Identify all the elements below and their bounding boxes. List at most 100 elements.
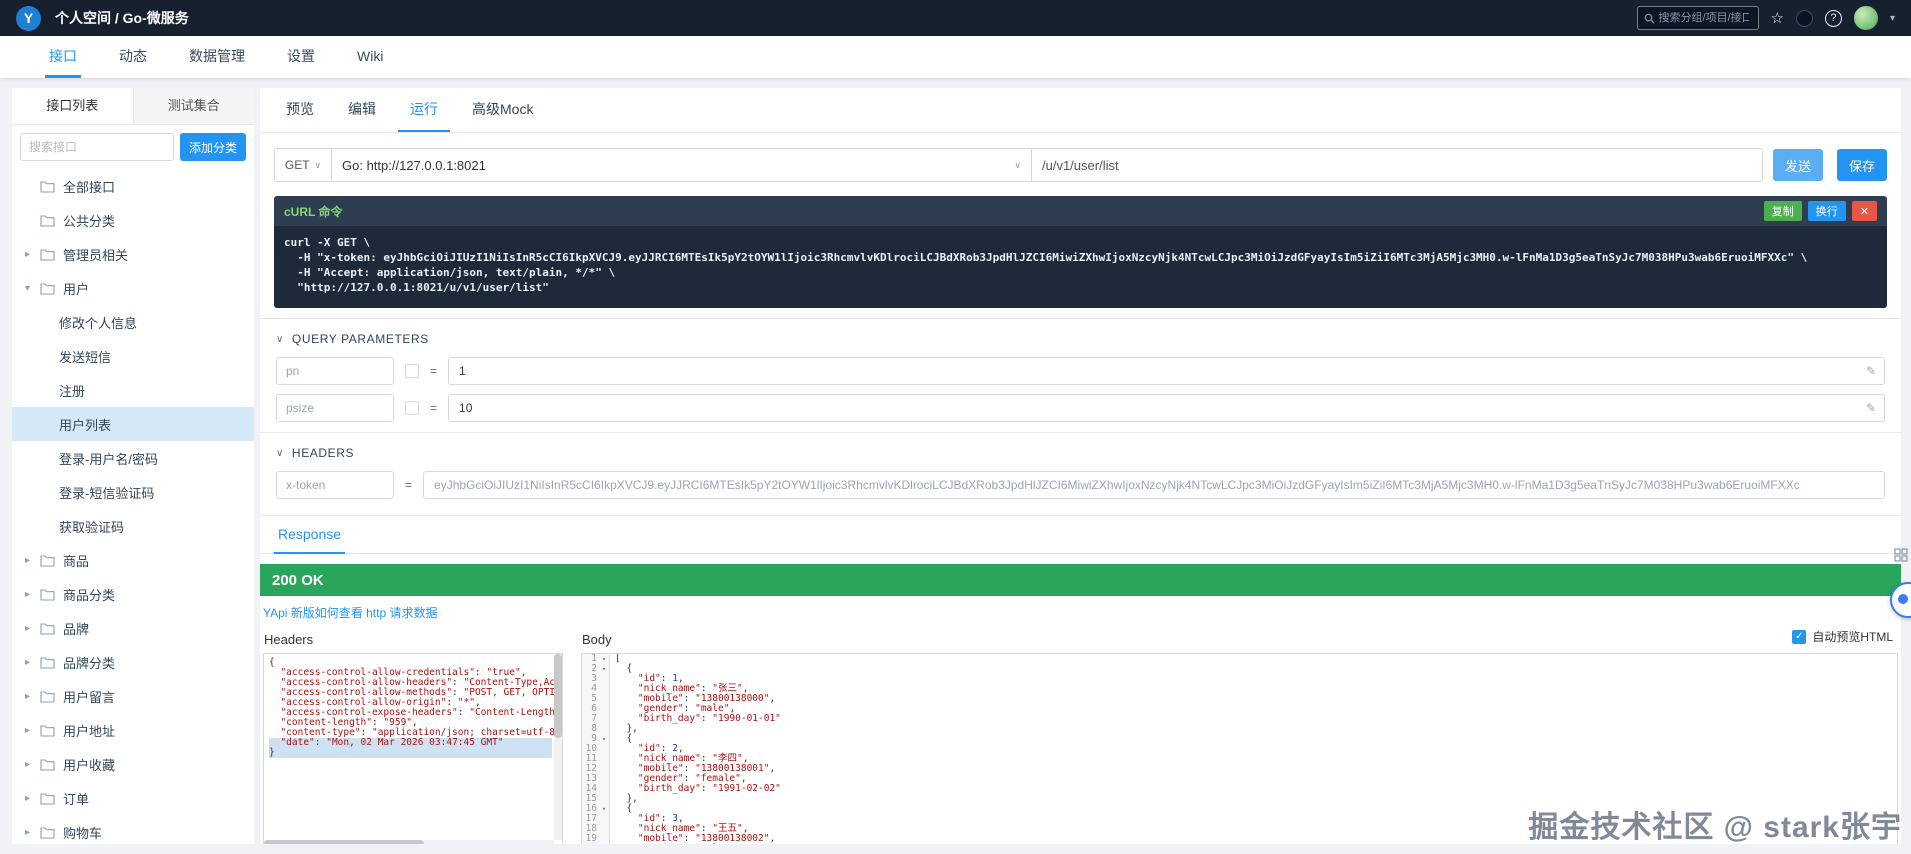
tree-item-label: 购物车: [63, 825, 103, 841]
tree-item[interactable]: 登录-用户名/密码: [12, 441, 254, 475]
horizontal-scrollbar[interactable]: [264, 840, 554, 844]
checkbox-checked-icon[interactable]: ✓: [1792, 629, 1807, 644]
curl-close-button[interactable]: ✕: [1851, 201, 1877, 221]
star-icon[interactable]: ☆: [1771, 11, 1784, 26]
user-avatar[interactable]: [1853, 6, 1878, 30]
help-link[interactable]: YApi 新版如何查看 http 请求数据: [263, 604, 437, 621]
tree-item[interactable]: 注册: [12, 373, 254, 407]
caret-right-icon[interactable]: ▸: [25, 249, 40, 260]
tree-item[interactable]: ▾ 用户: [12, 271, 254, 305]
tree-item-label: 获取验证码: [59, 519, 125, 535]
fold-caret-icon[interactable]: ▾: [599, 804, 610, 814]
save-button[interactable]: 保存: [1836, 149, 1887, 181]
caret-right-icon[interactable]: ▸: [25, 793, 40, 804]
fold-caret-icon[interactable]: ▾: [599, 654, 610, 664]
tree-item[interactable]: ▸ 品牌: [12, 611, 254, 645]
path-input[interactable]: [1032, 148, 1763, 182]
tree-item-label: 用户列表: [59, 417, 112, 433]
tree-item[interactable]: 获取验证码: [12, 509, 254, 543]
send-button[interactable]: 发送: [1772, 149, 1823, 181]
param-key-input[interactable]: pn: [276, 357, 394, 385]
fold-gutter: [599, 704, 610, 714]
breadcrumb[interactable]: 个人空间 / Go-微服务: [55, 8, 189, 28]
tree-item-label: 全部接口: [63, 179, 116, 195]
global-search-input[interactable]: [1658, 12, 1749, 24]
tree-item-label: 注册: [59, 383, 86, 399]
response-headers-label: Headers: [264, 632, 314, 647]
caret-down-icon[interactable]: ▾: [25, 283, 40, 294]
curl-header: cURL 命令 复制 换行 ✕: [274, 196, 1887, 226]
caret-right-icon[interactable]: ▸: [25, 589, 40, 600]
query-params-rows: pn = 1 ✎ psize = 10 ✎: [260, 357, 1901, 422]
code-line: 12 "mobile": "13800138001",: [582, 764, 1897, 774]
api-search-input[interactable]: [20, 133, 174, 161]
caret-right-icon[interactable]: ▸: [25, 623, 40, 634]
tree-item[interactable]: 全部接口: [12, 169, 254, 203]
nav-tab-activity[interactable]: 动态: [115, 36, 151, 78]
edit-pencil-icon[interactable]: ✎: [1866, 401, 1876, 415]
curl-wrap-button[interactable]: 换行: [1807, 201, 1846, 221]
edit-pencil-icon[interactable]: ✎: [1866, 364, 1876, 378]
param-value-input[interactable]: eyJhbGciOiJIUzI1NiIsInR5cCI6IkpXVCJ9.eyJ…: [423, 471, 1885, 499]
tree-item[interactable]: 登录-短信验证码: [12, 475, 254, 509]
param-key-input[interactable]: psize: [276, 394, 394, 422]
caret-right-icon[interactable]: ▸: [25, 759, 40, 770]
tab-advanced-mock[interactable]: 高级Mock: [460, 88, 545, 132]
param-key-input[interactable]: x-token: [276, 471, 394, 499]
domain-select[interactable]: Go: http://127.0.0.1:8021 ∨: [332, 148, 1032, 182]
tree-item-label: 登录-用户名/密码: [59, 451, 158, 467]
response-tab[interactable]: Response: [274, 516, 346, 554]
add-category-button[interactable]: 添加分类: [179, 133, 246, 161]
tree-item[interactable]: 用户列表: [12, 407, 254, 441]
curl-copy-button[interactable]: 复制: [1763, 201, 1802, 221]
layout-expand-icon[interactable]: [1894, 548, 1908, 567]
chevron-down-icon[interactable]: ▾: [1890, 13, 1895, 24]
equals-sign: =: [405, 478, 413, 492]
tree-item[interactable]: ▸ 用户收藏: [12, 747, 254, 781]
nav-tab-wiki[interactable]: Wiki: [353, 36, 387, 78]
nav-tab-data[interactable]: 数据管理: [185, 36, 249, 78]
caret-right-icon[interactable]: ▸: [25, 691, 40, 702]
tree-item[interactable]: ▸ 用户地址: [12, 713, 254, 747]
tab-run[interactable]: 运行: [398, 88, 450, 132]
yapi-logo-icon[interactable]: Y: [16, 5, 41, 31]
tab-preview[interactable]: 预览: [274, 88, 326, 132]
tree-item[interactable]: ▸ 用户留言: [12, 679, 254, 713]
caret-right-icon[interactable]: ▸: [25, 827, 40, 838]
curl-line: curl -X GET \: [284, 236, 371, 249]
caret-right-icon[interactable]: ▸: [25, 555, 40, 566]
help-icon[interactable]: ?: [1824, 9, 1842, 27]
response-headers-code[interactable]: { "access-control-allow-credentials": "t…: [263, 653, 563, 844]
fold-caret-icon[interactable]: ▾: [599, 664, 610, 674]
notification-icon[interactable]: [1795, 9, 1813, 27]
caret-right-icon[interactable]: ▸: [25, 657, 40, 668]
tree-item[interactable]: ▸ 订单: [12, 781, 254, 815]
tree-item[interactable]: ▸ 管理员相关: [12, 237, 254, 271]
query-params-header[interactable]: ∨ QUERY PARAMETERS: [260, 318, 1901, 357]
method-select[interactable]: GET ∨: [274, 148, 332, 182]
caret-right-icon[interactable]: ▸: [25, 725, 40, 736]
auto-preview-html-toggle[interactable]: ✓ 自动预览HTML: [1792, 628, 1893, 645]
tab-edit[interactable]: 编辑: [336, 88, 388, 132]
param-value-input[interactable]: 1 ✎: [448, 357, 1885, 385]
tree-item[interactable]: ▸ 商品: [12, 543, 254, 577]
nav-tab-interface[interactable]: 接口: [45, 36, 81, 78]
tree-item[interactable]: 发送短信: [12, 339, 254, 373]
tree-item[interactable]: 修改个人信息: [12, 305, 254, 339]
sidebar-tab-api-list[interactable]: 接口列表: [12, 88, 133, 124]
tree-item-label: 用户收藏: [63, 757, 116, 773]
tree-item[interactable]: ▸ 品牌分类: [12, 645, 254, 679]
tree-item[interactable]: ▸ 商品分类: [12, 577, 254, 611]
fold-caret-icon[interactable]: ▾: [599, 734, 610, 744]
param-checkbox[interactable]: [405, 401, 419, 415]
tree-item[interactable]: ▸ 购物车: [12, 815, 254, 844]
sidebar-tab-test-collection[interactable]: 测试集合: [132, 88, 254, 124]
tree-item[interactable]: 公共分类: [12, 203, 254, 237]
global-search: [1636, 6, 1759, 30]
nav-tab-settings[interactable]: 设置: [283, 36, 319, 78]
param-value-input[interactable]: 10 ✎: [448, 394, 1885, 422]
vertical-scrollbar[interactable]: [554, 654, 562, 840]
headers-section-header[interactable]: ∨ HEADERS: [260, 432, 1901, 471]
param-checkbox[interactable]: [405, 364, 419, 378]
headers-rows: x-token = eyJhbGciOiJIUzI1NiIsInR5cCI6IkpX…: [260, 471, 1901, 499]
